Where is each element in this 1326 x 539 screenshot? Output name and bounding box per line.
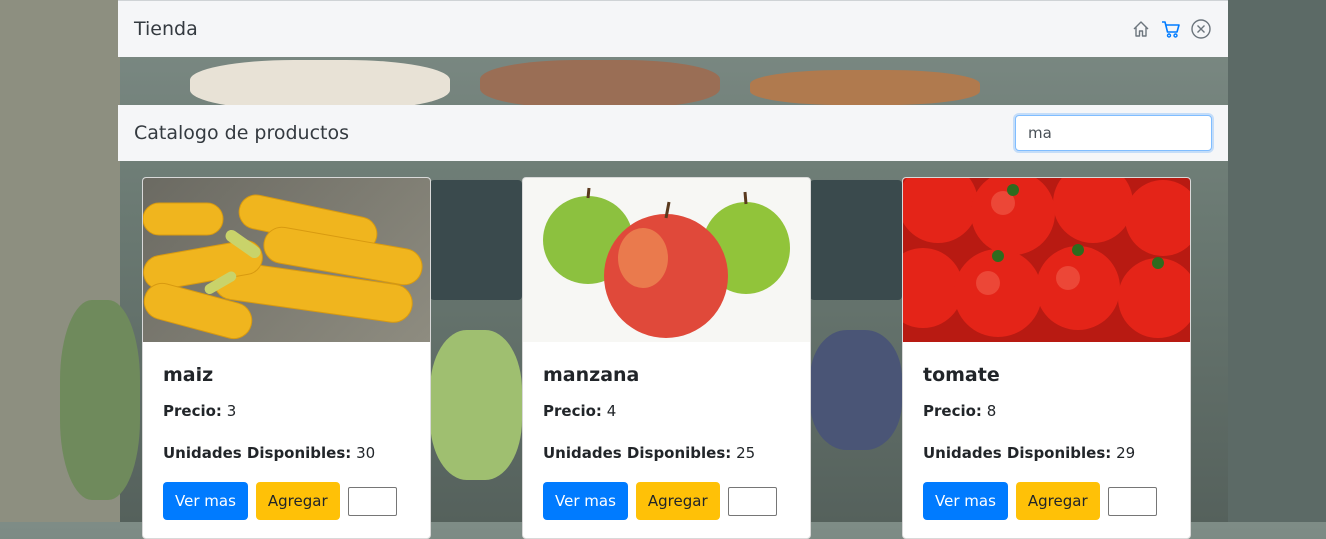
product-image-apples [523, 178, 810, 342]
product-name: maiz [163, 364, 214, 386]
product-price: Precio: 3 [163, 402, 237, 420]
navbar-actions [1130, 18, 1212, 40]
details-button[interactable]: Ver mas [923, 482, 1008, 520]
details-button[interactable]: Ver mas [163, 482, 248, 520]
product-stock: Unidades Disponibles: 29 [923, 444, 1136, 462]
product-card-manzana: manzana Precio: 4 Unidades Disponibles: … [522, 177, 811, 539]
product-stock: Unidades Disponibles: 30 [163, 444, 376, 462]
close-circle-icon[interactable] [1190, 18, 1212, 40]
add-button[interactable]: Agregar [635, 482, 720, 520]
product-name: tomate [923, 364, 1000, 386]
catalog-header: Catalogo de productos [118, 105, 1228, 161]
quantity-input[interactable] [1107, 486, 1157, 516]
search-input[interactable] [1015, 115, 1212, 151]
quantity-input[interactable] [347, 486, 397, 516]
product-actions: Ver mas Agregar [543, 482, 790, 520]
add-button[interactable]: Agregar [255, 482, 340, 520]
product-image-tomatoes [903, 178, 1190, 342]
brand-title[interactable]: Tienda [134, 18, 198, 40]
add-button[interactable]: Agregar [1015, 482, 1100, 520]
product-actions: Ver mas Agregar [163, 482, 410, 520]
product-card-maiz: maiz Precio: 3 Unidades Disponibles: 30 … [142, 177, 431, 539]
top-navbar: Tienda [118, 0, 1228, 57]
product-price: Precio: 8 [923, 402, 997, 420]
product-stock: Unidades Disponibles: 25 [543, 444, 756, 462]
home-icon[interactable] [1130, 18, 1152, 40]
product-image-corn [143, 178, 430, 342]
product-actions: Ver mas Agregar [923, 482, 1170, 520]
product-price: Precio: 4 [543, 402, 617, 420]
catalog-title: Catalogo de productos [134, 122, 350, 144]
product-card-tomate: tomate Precio: 8 Unidades Disponibles: 2… [902, 177, 1191, 539]
quantity-input[interactable] [727, 486, 777, 516]
product-name: manzana [543, 364, 640, 386]
details-button[interactable]: Ver mas [543, 482, 628, 520]
cart-icon[interactable] [1160, 18, 1182, 40]
